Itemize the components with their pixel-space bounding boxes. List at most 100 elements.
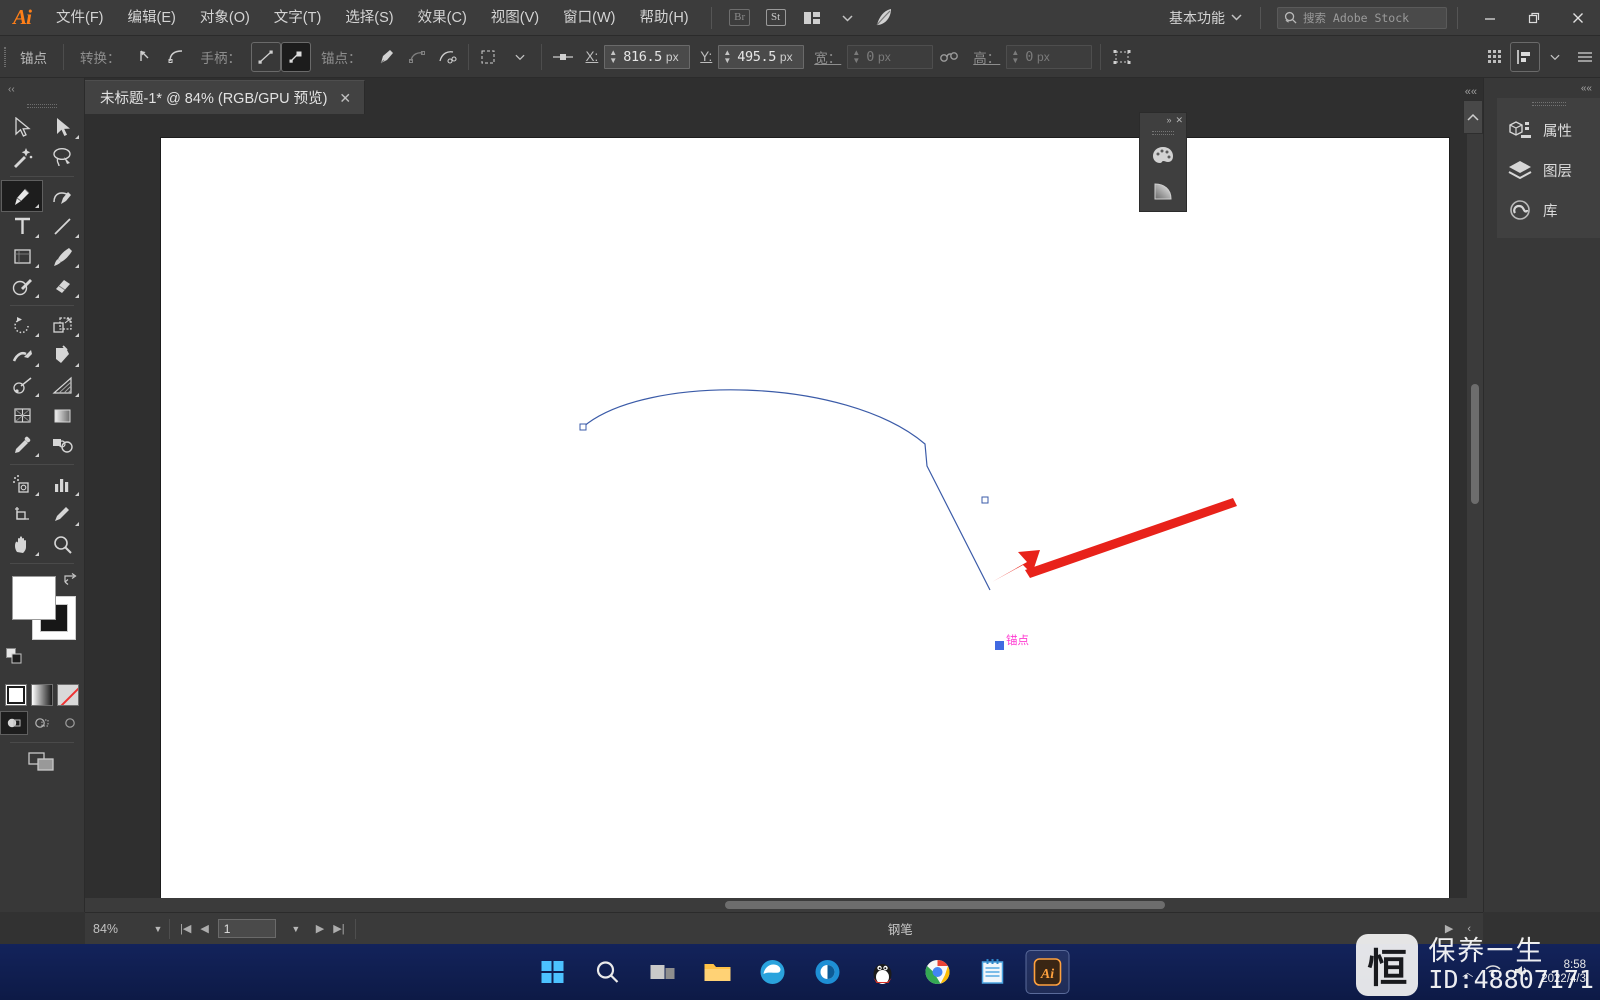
more-options-button[interactable] bbox=[1481, 43, 1509, 71]
convert-to-smooth-button[interactable] bbox=[162, 43, 190, 71]
cut-path-button[interactable] bbox=[433, 43, 461, 71]
file-explorer-button[interactable] bbox=[701, 955, 735, 989]
x-field[interactable]: ▲ ▼ 816.5 px bbox=[604, 44, 691, 69]
panel-libraries[interactable]: 库 bbox=[1497, 190, 1600, 230]
discover-button[interactable] bbox=[869, 6, 899, 30]
menu-effect[interactable]: 效果(C) bbox=[406, 0, 479, 36]
perspective-grid-tool[interactable] bbox=[42, 370, 82, 400]
transform-panel-button[interactable] bbox=[1108, 43, 1136, 71]
panel-layers[interactable]: 图层 bbox=[1497, 150, 1600, 190]
gradient-panel-button[interactable] bbox=[1140, 174, 1186, 210]
shaper-tool[interactable] bbox=[2, 271, 42, 301]
menu-select[interactable]: 选择(S) bbox=[333, 0, 405, 36]
zoom-level-value[interactable]: 84% bbox=[85, 922, 147, 936]
artboard-tool[interactable] bbox=[2, 499, 42, 529]
canvas-horizontal-scrollbar[interactable] bbox=[85, 898, 1483, 912]
stock-button[interactable]: St bbox=[761, 6, 791, 30]
workspace-switcher[interactable]: 基本功能 bbox=[1163, 8, 1231, 28]
y-field[interactable]: ▲ ▼ 495.5 px bbox=[718, 44, 805, 69]
lasso-tool[interactable] bbox=[42, 142, 82, 172]
floating-panel-expand-icon[interactable]: » bbox=[1166, 116, 1171, 125]
right-dock-collapse-icon[interactable]: «« bbox=[1581, 83, 1592, 94]
tools-collapse-icon[interactable]: ‹‹ bbox=[8, 84, 15, 95]
document-tab[interactable]: 未标题-1* @ 84% (RGB/GPU 预览) ✕ bbox=[85, 80, 366, 114]
panel-properties[interactable]: 属性 bbox=[1497, 110, 1600, 150]
rectangle-tool[interactable] bbox=[2, 241, 42, 271]
menu-type[interactable]: 文字(T) bbox=[262, 0, 334, 36]
none-fill-button[interactable] bbox=[57, 684, 79, 706]
notepad-button[interactable] bbox=[976, 955, 1010, 989]
direct-selection-tool[interactable] bbox=[42, 112, 82, 142]
pen-tool[interactable] bbox=[1, 180, 43, 212]
gradient-fill-button[interactable] bbox=[31, 684, 53, 706]
stock-search[interactable]: 搜索 Adobe Stock bbox=[1277, 6, 1447, 29]
artboard-dropdown-icon[interactable]: ▼ bbox=[285, 924, 307, 934]
arrange-documents-button[interactable] bbox=[797, 6, 827, 30]
line-segment-tool[interactable] bbox=[42, 211, 82, 241]
cortana-button[interactable] bbox=[811, 955, 845, 989]
canvas-area[interactable]: 锚点 ▲ ▼ bbox=[85, 114, 1483, 912]
zoom-dropdown-icon[interactable]: ▼ bbox=[147, 924, 169, 934]
cb-chevron-icon[interactable] bbox=[1541, 43, 1569, 71]
menu-edit[interactable]: 编辑(E) bbox=[116, 0, 188, 36]
artboard-number-field[interactable]: 1 bbox=[217, 919, 276, 938]
scale-tool[interactable] bbox=[42, 310, 82, 340]
status-play-icon[interactable]: ▶ bbox=[1445, 922, 1453, 935]
rotate-tool[interactable] bbox=[2, 310, 42, 340]
convert-to-corner-button[interactable] bbox=[132, 43, 160, 71]
start-button[interactable] bbox=[536, 955, 570, 989]
draw-behind-button[interactable] bbox=[29, 712, 55, 734]
x-stepper[interactable]: ▲ ▼ bbox=[607, 48, 619, 65]
menu-view[interactable]: 视图(V) bbox=[479, 0, 551, 36]
first-artboard-button[interactable]: |◀ bbox=[180, 922, 191, 935]
search-button[interactable] bbox=[591, 955, 625, 989]
canvas-collapse-button[interactable] bbox=[1463, 100, 1483, 134]
lock-proportions-button[interactable] bbox=[936, 43, 964, 71]
window-minimize-button[interactable] bbox=[1468, 0, 1512, 36]
paintbrush-tool[interactable] bbox=[42, 241, 82, 271]
panel-menu-button[interactable] bbox=[1571, 43, 1599, 71]
document-tab-close-icon[interactable]: ✕ bbox=[339, 91, 351, 105]
tray-volume-icon[interactable] bbox=[1513, 964, 1529, 981]
window-restore-button[interactable] bbox=[1512, 0, 1556, 36]
default-fill-stroke-button[interactable] bbox=[6, 648, 23, 670]
show-handles-button[interactable] bbox=[251, 41, 281, 72]
workspace-chevron-icon[interactable] bbox=[1231, 13, 1250, 23]
right-dock-grip[interactable] bbox=[1497, 98, 1600, 110]
tools-panel-grip[interactable] bbox=[0, 100, 84, 112]
prev-artboard-button[interactable]: ◀ bbox=[200, 922, 208, 935]
illustrator-button[interactable]: Ai bbox=[1025, 950, 1070, 994]
mesh-tool[interactable] bbox=[2, 400, 42, 430]
menu-object[interactable]: 对象(O) bbox=[188, 0, 262, 36]
menu-window[interactable]: 窗口(W) bbox=[551, 0, 627, 36]
gradient-tool[interactable] bbox=[42, 400, 82, 430]
slice-tool[interactable] bbox=[42, 499, 82, 529]
swap-fill-stroke-button[interactable] bbox=[63, 572, 78, 589]
blend-tool[interactable] bbox=[42, 430, 82, 460]
align-options-button[interactable] bbox=[476, 43, 504, 71]
symbol-sprayer-tool[interactable] bbox=[2, 469, 42, 499]
transform-reference-button[interactable] bbox=[549, 43, 577, 71]
last-artboard-button[interactable]: ▶| bbox=[333, 922, 344, 935]
current-tool-label[interactable]: 钢笔 bbox=[356, 919, 1445, 938]
eyedropper-tool[interactable] bbox=[2, 430, 42, 460]
arrange-chevron-icon[interactable] bbox=[833, 6, 863, 30]
window-close-button[interactable] bbox=[1556, 0, 1600, 36]
draw-normal-button[interactable] bbox=[0, 711, 28, 735]
tabbar-collapse-icon[interactable]: «« bbox=[1465, 86, 1477, 98]
fill-swatch[interactable] bbox=[12, 576, 56, 620]
horizontal-scroll-thumb[interactable] bbox=[725, 901, 1165, 909]
free-transform-tool[interactable] bbox=[42, 340, 82, 370]
shape-builder-tool[interactable] bbox=[2, 370, 42, 400]
arrange-panel-button[interactable] bbox=[1510, 41, 1540, 72]
control-bar-grip[interactable] bbox=[0, 36, 10, 78]
draw-inside-button[interactable] bbox=[57, 712, 83, 734]
tray-network-icon[interactable] bbox=[1485, 964, 1501, 981]
qq-button[interactable] bbox=[866, 955, 900, 989]
remove-anchor-button[interactable] bbox=[373, 43, 401, 71]
menu-help[interactable]: 帮助(H) bbox=[627, 0, 700, 36]
tray-clock[interactable]: 8:58 2022/4/3 bbox=[1541, 958, 1586, 986]
floating-panel-header[interactable]: » ✕ bbox=[1140, 113, 1186, 128]
status-resize-icon[interactable]: ‹ bbox=[1467, 923, 1471, 935]
edge-button[interactable] bbox=[756, 955, 790, 989]
